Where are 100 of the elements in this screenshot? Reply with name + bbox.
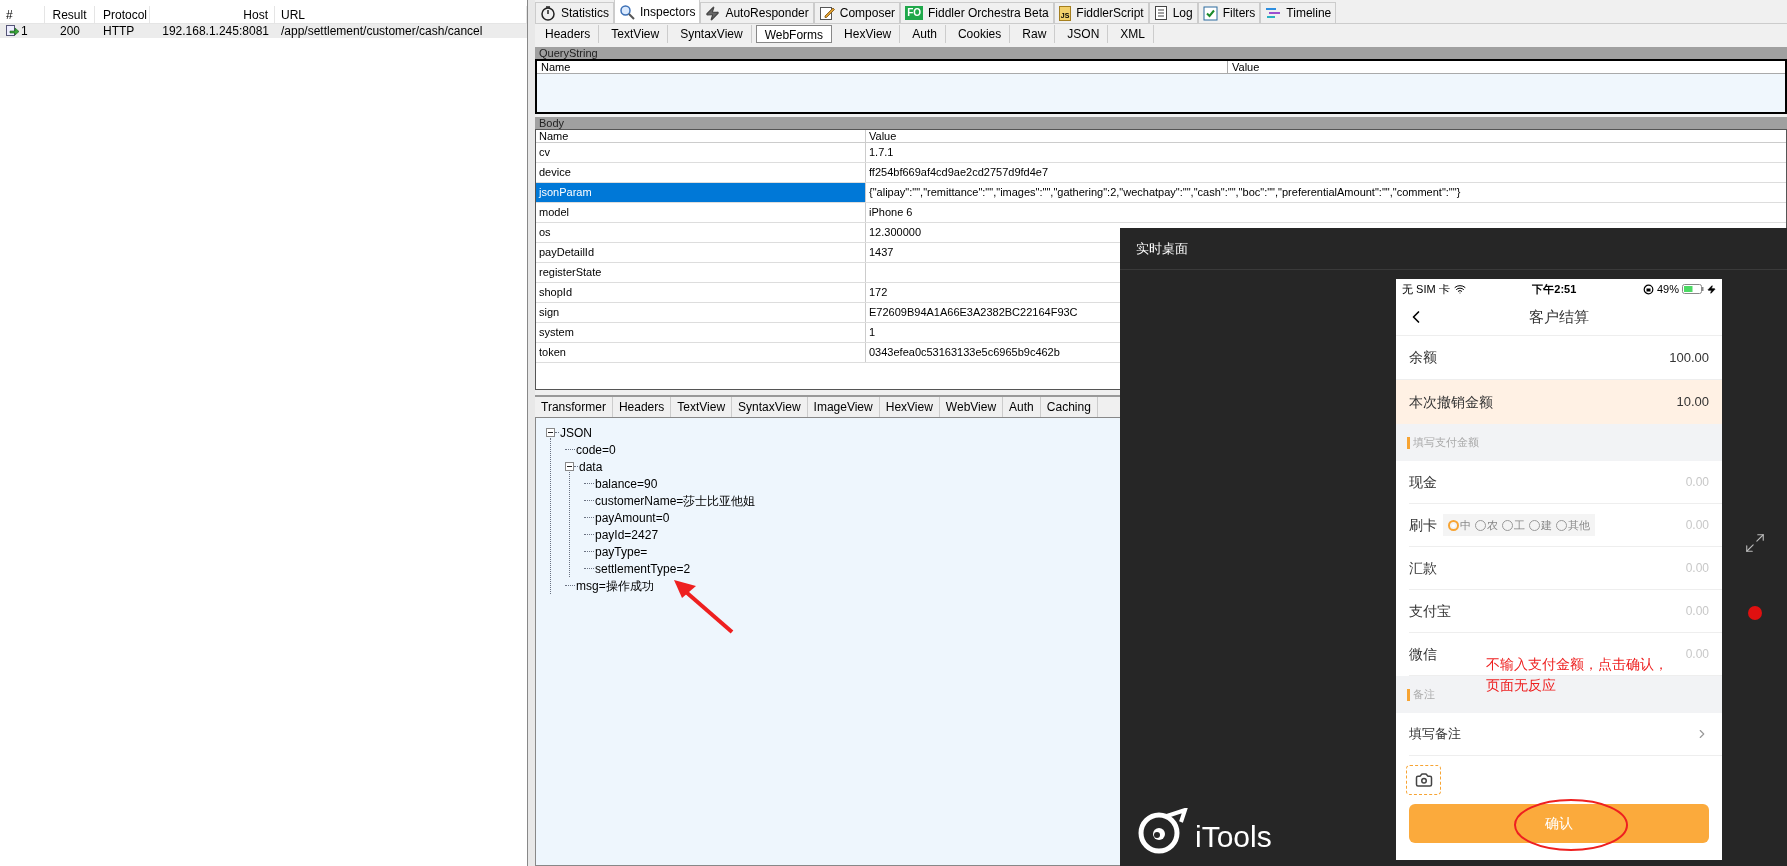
table-cell[interactable]: system	[536, 323, 866, 342]
inspector-tab[interactable]: Inspectors	[614, 0, 701, 23]
section-title: 备注	[1413, 687, 1435, 703]
annotation-note: 不输入支付金额，点击确认， 页面无反应	[1486, 655, 1668, 695]
stopwatch-icon	[540, 5, 556, 21]
request-tab[interactable]: JSON	[1059, 25, 1109, 43]
inspector-tab[interactable]: AutoResponder	[700, 2, 814, 23]
table-cell[interactable]: os	[536, 223, 866, 242]
charging-icon	[1707, 284, 1716, 294]
pencil-note-icon	[818, 5, 835, 21]
table-cell[interactable]: sign	[536, 303, 866, 322]
request-tab[interactable]: Headers	[537, 25, 600, 43]
fullscreen-icon[interactable]	[1743, 532, 1766, 554]
table-cell[interactable]: cv	[536, 143, 866, 162]
tree-node[interactable]: balance=90	[595, 474, 658, 493]
row-label: 本次撤销金额	[1409, 392, 1493, 412]
orchestra-badge-icon: FO	[905, 6, 923, 20]
table-cell-text: {"alipay":"","remittance":"","images":"","gathering":2,"wechatpay":"","cash":"","boc":"","preferentialAmount":"","comment":""}	[868, 185, 1461, 201]
collapse-icon[interactable]	[565, 462, 574, 471]
tree-node[interactable]: customerName=莎士比亚他姐	[595, 491, 756, 510]
tree-node[interactable]: payAmount=0	[595, 508, 670, 527]
column-header[interactable]: Protocol	[95, 6, 150, 23]
document-icon	[1153, 5, 1168, 21]
inspector-tab[interactable]: Filters	[1197, 2, 1261, 23]
column-header[interactable]: Result	[45, 6, 95, 23]
request-tab[interactable]: HexView	[836, 25, 901, 43]
clock-text: 下午2:51	[1532, 281, 1577, 297]
column-header[interactable]: Value	[1228, 61, 1260, 73]
inspector-tab[interactable]: Composer	[813, 2, 901, 23]
table-cell-text: 0343efea0c53163133e5c6965b9c462b	[868, 345, 1060, 361]
tree-node[interactable]: JSON	[560, 423, 592, 442]
tree-node[interactable]: payType=	[595, 542, 648, 561]
table-cell-text: iPhone 6	[868, 205, 913, 221]
section-bar: QueryString	[535, 47, 1787, 59]
eye-logo-icon	[1137, 808, 1189, 854]
table-cell[interactable]: payDetailId	[536, 243, 866, 262]
table-cell[interactable]: device	[536, 163, 866, 182]
table-cell-text: 172	[868, 285, 888, 301]
section-title: 填写支付金额	[1413, 435, 1479, 451]
table-cell-text: /app/settlement/customer/cash/cancel	[280, 23, 484, 40]
tree-node[interactable]: data	[579, 457, 603, 476]
rotation-lock-icon	[1642, 283, 1654, 295]
row-label: 汇款	[1409, 558, 1437, 578]
window-title: 实时桌面	[1136, 239, 1188, 258]
table-cell-text: 200	[59, 23, 81, 40]
timeline-icon	[1265, 6, 1282, 20]
remark-row[interactable]: 填写备注	[1409, 713, 1722, 756]
carrier-text: 无 SIM 卡	[1402, 281, 1450, 297]
table-cell-text: HTTP	[102, 23, 136, 40]
camera-icon	[1414, 771, 1433, 789]
tree-node[interactable]: msg=操作成功	[576, 576, 654, 595]
table-cell[interactable]: model	[536, 203, 866, 222]
battery-icon	[1682, 284, 1704, 294]
column-header[interactable]: #	[0, 6, 45, 23]
row-label: 支付宝	[1409, 601, 1451, 621]
inspector-tab[interactable]: Statistics	[535, 2, 614, 23]
tree-node[interactable]: settlementType=2	[595, 559, 691, 578]
collapse-icon[interactable]	[546, 428, 555, 437]
checkbox-icon	[1202, 5, 1218, 21]
row-label: 微信	[1409, 644, 1437, 664]
session-row[interactable]: 1 200 HTTP 192.168.1.245:8081 /app/settlement/customer/cash/cancel	[0, 24, 527, 38]
request-arrow-icon	[6, 25, 19, 37]
request-tab[interactable]: Raw	[1014, 25, 1056, 43]
table-cell[interactable]: registerState	[536, 263, 866, 282]
request-tab[interactable]: TextView	[603, 25, 669, 43]
column-header[interactable]: URL	[275, 6, 527, 23]
row-label: 余额	[1409, 348, 1437, 367]
column-header[interactable]: Host	[150, 6, 275, 23]
section-bar: Body	[535, 117, 1787, 129]
column-header[interactable]: Name	[536, 130, 866, 142]
table-cell-text: 1.7.1	[868, 145, 894, 161]
table-cell-text: 12.300000	[868, 225, 921, 241]
bank-radio[interactable]: 其他	[1556, 516, 1590, 534]
column-header[interactable]: Value	[866, 130, 897, 142]
request-tab[interactable]: SyntaxView	[672, 25, 752, 43]
tree-node[interactable]: payId=2427	[595, 525, 659, 544]
magnifier-icon	[619, 3, 635, 20]
request-tab[interactable]: WebForms	[755, 25, 833, 43]
request-tab[interactable]: Cookies	[949, 25, 1011, 43]
add-photo-button[interactable]	[1406, 765, 1441, 795]
lightning-icon	[705, 5, 721, 21]
logo-text: iTools	[1195, 820, 1272, 854]
request-tab[interactable]: XML	[1112, 25, 1154, 43]
inspector-tab[interactable]: Timeline	[1260, 2, 1337, 23]
inspector-tab[interactable]: Log	[1148, 2, 1198, 23]
table-cell[interactable]: token	[536, 343, 866, 362]
table-cell-text: 1	[868, 325, 876, 341]
inspector-tab[interactable]: FO Fiddler Orchestra Beta	[900, 2, 1054, 23]
annotation-arrow	[672, 578, 734, 634]
row-value: 10.00	[1676, 393, 1709, 412]
table-cell-text: E72609B94A1A66E3A2382BC22164F93C	[868, 305, 1078, 321]
request-tab[interactable]: Auth	[904, 25, 946, 43]
table-cell-text: 1	[21, 23, 28, 40]
table-cell-text: 192.168.1.245:8081	[161, 23, 270, 40]
bank-radio[interactable]: 工	[1502, 516, 1525, 534]
tree-node[interactable]: code=0	[576, 440, 616, 459]
table-cell[interactable]: shopId	[536, 283, 866, 302]
table-cell[interactable]: jsonParam	[536, 183, 866, 202]
column-header[interactable]: Name	[537, 61, 1228, 73]
row-value: 100.00	[1669, 348, 1709, 367]
